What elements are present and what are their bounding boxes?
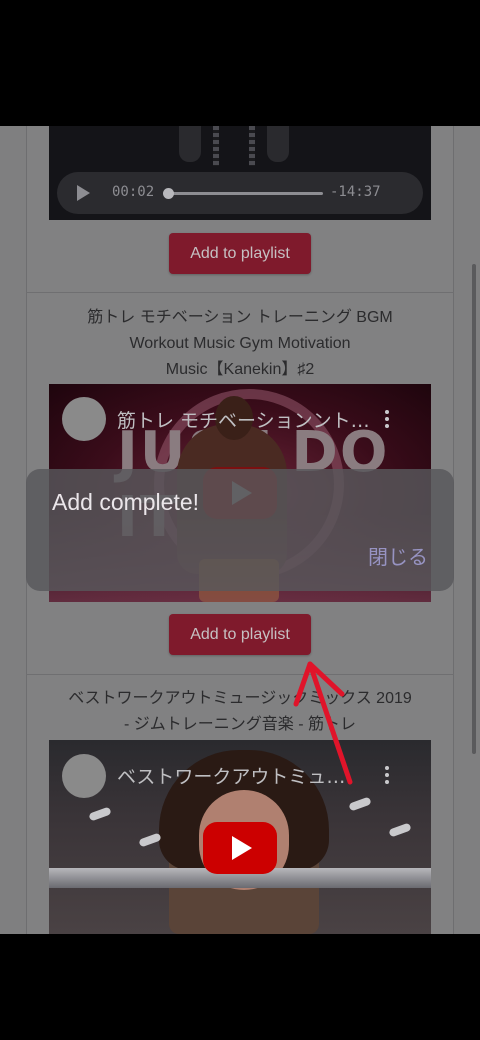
video-title-line: ベストワークアウトミュージックミックス 2019 <box>68 690 412 707</box>
video-frame-figure <box>179 126 289 166</box>
divider <box>26 674 454 675</box>
channel-avatar[interactable] <box>62 397 106 441</box>
embed-title[interactable]: ベストワークアウトミュ… <box>117 762 345 789</box>
play-icon[interactable] <box>77 185 90 201</box>
more-vert-icon[interactable] <box>385 766 389 784</box>
embed-title[interactable]: 筋トレ モチベーションント… <box>117 406 370 433</box>
video-title: ベストワークアウトミュージックミックス 2019 - ジムトレーニング音楽 - … <box>40 686 440 738</box>
seek-knob[interactable] <box>163 188 174 199</box>
scrollbar-thumb[interactable] <box>472 264 476 754</box>
channel-avatar[interactable] <box>62 754 106 798</box>
status-bar-area <box>0 0 480 126</box>
navigation-bar-area <box>0 934 480 1040</box>
toast-dialog: Add complete! 閉じる <box>26 469 454 591</box>
video-title: 筋トレ モチベーション トレーニング BGM Workout Music Gym… <box>40 305 440 383</box>
youtube-play-icon[interactable] <box>203 822 277 874</box>
youtube-embed-3[interactable]: ベストワークアウトミュ… <box>49 740 431 934</box>
current-time: 00:02 <box>112 184 155 200</box>
video-title-line: Workout Music Gym Motivation <box>129 335 351 352</box>
toast-close-button[interactable]: 閉じる <box>368 541 428 570</box>
remaining-time: -14:37 <box>330 184 381 200</box>
add-to-playlist-button[interactable]: Add to playlist <box>169 233 311 274</box>
video-title-line: - ジムトレーニング音楽 - 筋トレ <box>124 716 356 733</box>
seek-bar[interactable] <box>169 192 323 195</box>
video-title-line: Music【Kanekin】♯2 <box>165 361 315 378</box>
video-title-line: 筋トレ モチベーション トレーニング BGM <box>87 309 393 326</box>
add-to-playlist-button[interactable]: Add to playlist <box>169 614 311 655</box>
more-vert-icon[interactable] <box>385 410 389 428</box>
toast-message: Add complete! <box>52 489 200 515</box>
media-controls: 00:02 -14:37 <box>57 172 423 214</box>
divider <box>26 292 454 293</box>
